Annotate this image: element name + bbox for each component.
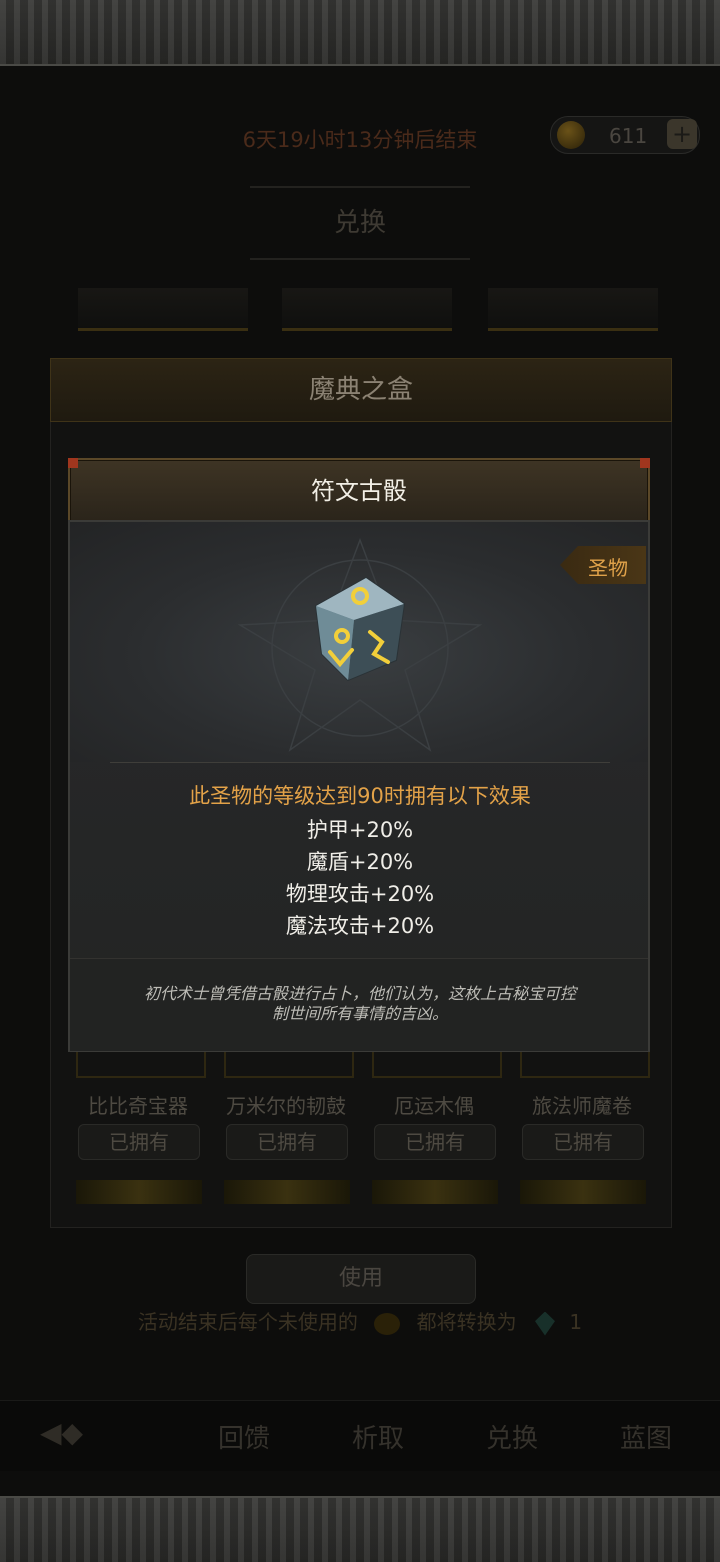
modal-title: 符文古骰 bbox=[311, 477, 407, 505]
add-currency-button[interactable]: + bbox=[667, 119, 697, 149]
item-frame bbox=[372, 1050, 502, 1078]
item-name: 万米尔的韧鼓 bbox=[226, 1094, 346, 1118]
section-title: 兑换 bbox=[333, 208, 386, 238]
box-panel-header: 魔典之盒 bbox=[50, 358, 672, 422]
gem-icon bbox=[534, 1311, 555, 1336]
item-frame bbox=[520, 1050, 650, 1078]
item-frame bbox=[224, 1050, 354, 1078]
corner-ornament bbox=[640, 458, 650, 468]
corner-ornament bbox=[68, 458, 78, 468]
divider bbox=[110, 762, 610, 763]
reward-slot bbox=[282, 288, 452, 331]
item-frame bbox=[76, 1050, 206, 1078]
tab-blueprint[interactable]: 蓝图 bbox=[620, 1418, 672, 1455]
item-name: 比比奇宝器 bbox=[88, 1094, 188, 1118]
ornament-divider bbox=[250, 258, 470, 260]
reward-slot bbox=[488, 288, 658, 331]
effect-line: 魔盾+20% bbox=[306, 850, 414, 874]
use-button[interactable]: 使用 bbox=[246, 1254, 476, 1304]
item-name: 厄运木偶 bbox=[394, 1094, 474, 1118]
relic-tag-label: 圣物 bbox=[588, 556, 628, 580]
item-frame bbox=[372, 1180, 498, 1204]
item-frame bbox=[76, 1180, 202, 1204]
conversion-amount: 1 bbox=[569, 1310, 583, 1334]
modal-header: 符文古骰 bbox=[68, 458, 650, 524]
box-panel-title: 魔典之盒 bbox=[308, 375, 413, 405]
tab-feedback[interactable]: 回馈 bbox=[218, 1418, 270, 1455]
effect-line: 护甲+20% bbox=[306, 818, 414, 842]
item-name: 旅法师魔卷 bbox=[532, 1094, 632, 1118]
flavor-text: 初代术士曾凭借古骰进行占卜，他们认为，这枚上古秘宝可控 制世间所有事情的吉凶。 bbox=[100, 984, 620, 1024]
coin-icon bbox=[557, 121, 585, 149]
effect-title: 此圣物的等级达到90时拥有以下效果 bbox=[189, 784, 531, 808]
conversion-note-middle: 都将转换为 bbox=[416, 1310, 517, 1334]
flavor-text-line: 制世间所有事情的吉凶。 bbox=[271, 1004, 448, 1023]
coin-icon bbox=[374, 1312, 401, 1335]
currency-value: 611 bbox=[609, 124, 648, 148]
flavor-text-line: 初代术士曾凭借古骰进行占卜，他们认为，这枚上古秘宝可控 bbox=[143, 984, 576, 1003]
back-arrow-icon[interactable]: ◀◆ bbox=[40, 1416, 83, 1449]
owned-status-button[interactable]: 已拥有 bbox=[522, 1124, 644, 1160]
owned-status-button[interactable]: 已拥有 bbox=[78, 1124, 200, 1160]
item-frame bbox=[224, 1180, 350, 1204]
reward-slot bbox=[78, 288, 248, 331]
effect-line: 物理攻击+20% bbox=[285, 882, 435, 906]
relic-tag: 圣物 bbox=[560, 546, 646, 584]
item-frame bbox=[520, 1180, 646, 1204]
ornament-divider bbox=[250, 186, 470, 188]
effect-line: 魔法攻击+20% bbox=[285, 914, 435, 938]
rune-dice-icon bbox=[314, 576, 406, 682]
conversion-note-prefix: 活动结束后每个未使用的 bbox=[137, 1310, 358, 1334]
tab-exchange[interactable]: 兑换 bbox=[486, 1418, 538, 1455]
conversion-note: 活动结束后每个未使用的 都将转换为 1 bbox=[0, 1306, 720, 1336]
owned-status-button[interactable]: 已拥有 bbox=[226, 1124, 348, 1160]
currency-display: 611 + bbox=[550, 116, 700, 154]
tab-extract[interactable]: 析取 bbox=[352, 1418, 404, 1455]
owned-status-button[interactable]: 已拥有 bbox=[374, 1124, 496, 1160]
bottom-ornament-band bbox=[0, 1496, 720, 1562]
top-ornament-band bbox=[0, 0, 720, 66]
